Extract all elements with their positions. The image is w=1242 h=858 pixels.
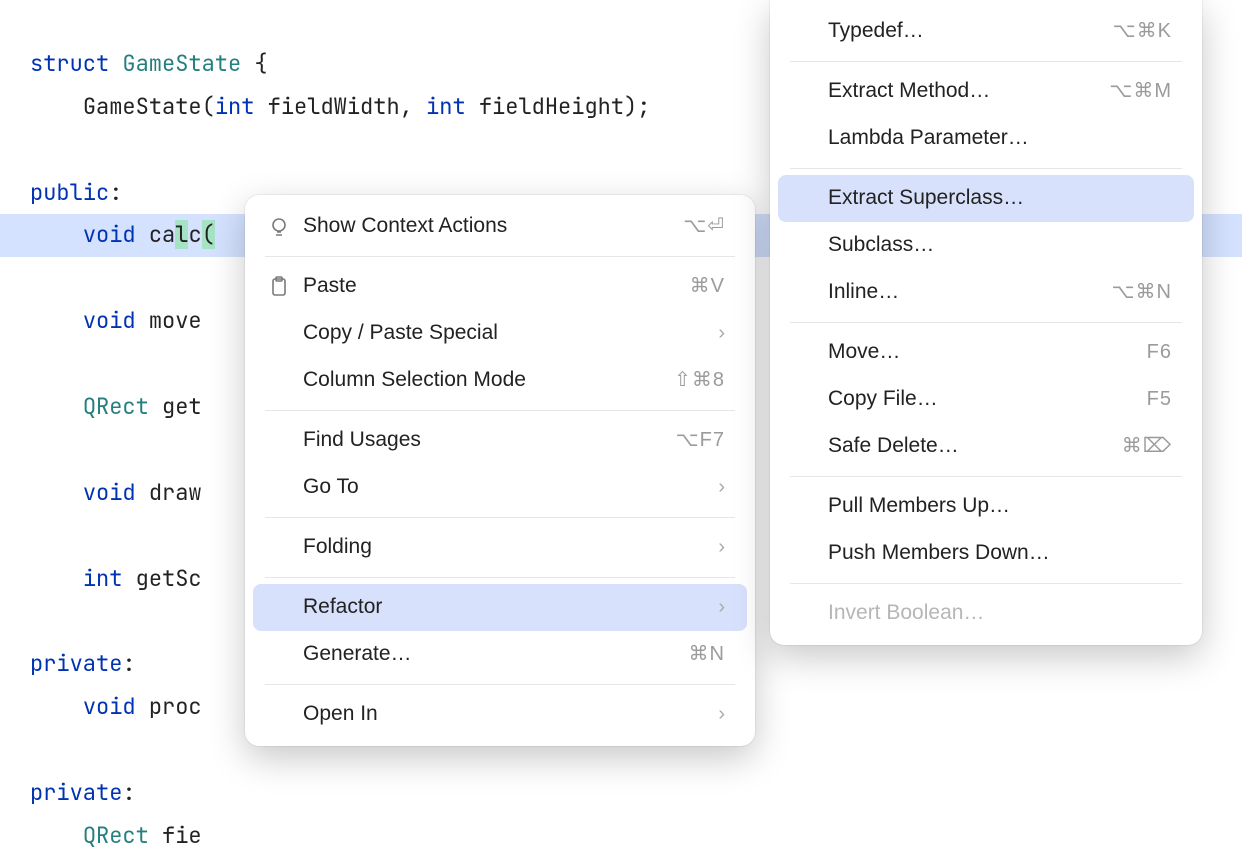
- shortcut: ⌘N: [689, 635, 725, 674]
- code-line: QRect fie: [30, 821, 202, 850]
- menu-item-label: Copy File…: [828, 379, 1147, 420]
- code-line: [30, 435, 43, 464]
- separator: [790, 476, 1182, 477]
- separator: [265, 684, 735, 685]
- menu-item-open-in[interactable]: Open In ›: [245, 691, 755, 738]
- menu-item-label: Extract Superclass…: [828, 178, 1172, 219]
- menu-item-label: Copy / Paste Special: [303, 313, 718, 354]
- code-line: struct GameState {: [30, 49, 268, 78]
- code-line: void draw: [30, 478, 202, 507]
- code-line: void proc: [30, 692, 202, 721]
- menu-item-label: Inline…: [828, 272, 1112, 313]
- menu-item-move[interactable]: Move… F6: [770, 329, 1202, 376]
- menu-item-generate[interactable]: Generate… ⌘N: [245, 631, 755, 678]
- menu-item-label: Refactor: [303, 587, 718, 628]
- menu-item-label: Generate…: [303, 634, 689, 675]
- shortcut: ⌥⌘K: [1113, 12, 1172, 51]
- chevron-right-icon: ›: [718, 588, 725, 627]
- code-line: int getSc: [30, 564, 202, 593]
- menu-item-find-usages[interactable]: Find Usages ⌥F7: [245, 417, 755, 464]
- code-line: void move: [30, 306, 202, 335]
- separator: [790, 168, 1182, 169]
- separator: [790, 61, 1182, 62]
- menu-item-safe-delete[interactable]: Safe Delete… ⌘⌦: [770, 423, 1202, 470]
- menu-item-go-to[interactable]: Go To ›: [245, 464, 755, 511]
- shortcut: ⇧⌘8: [674, 361, 725, 400]
- menu-item-refactor[interactable]: Refactor ›: [253, 584, 747, 631]
- menu-item-label: Show Context Actions: [303, 206, 683, 247]
- menu-item-label: Pull Members Up…: [828, 486, 1172, 527]
- context-menu: Show Context Actions ⌥⏎ Paste ⌘V Copy / …: [245, 195, 755, 746]
- code-line: GameState(int fieldWidth, int fieldHeigh…: [30, 92, 650, 121]
- menu-item-label: Find Usages: [303, 420, 676, 461]
- menu-item-invert-boolean: Invert Boolean…: [770, 590, 1202, 637]
- menu-item-label: Move…: [828, 332, 1147, 373]
- separator: [265, 256, 735, 257]
- code-line: private:: [30, 778, 136, 807]
- refactor-submenu: Typedef… ⌥⌘K Extract Method… ⌥⌘M Lambda …: [770, 0, 1202, 645]
- menu-item-copy-paste-special[interactable]: Copy / Paste Special ›: [245, 310, 755, 357]
- menu-item-label: Go To: [303, 467, 718, 508]
- chevron-right-icon: ›: [718, 695, 725, 734]
- code-line: [30, 349, 43, 378]
- code-line: [30, 135, 43, 164]
- menu-item-label: Safe Delete…: [828, 426, 1122, 467]
- code-line: [30, 606, 43, 635]
- shortcut: F5: [1147, 380, 1172, 419]
- clipboard-icon: [267, 275, 291, 299]
- separator: [265, 410, 735, 411]
- shortcut: ⌥F7: [676, 421, 725, 460]
- menu-item-label: Extract Method…: [828, 71, 1109, 112]
- code-line: QRect get: [30, 392, 202, 421]
- menu-item-show-context-actions[interactable]: Show Context Actions ⌥⏎: [245, 203, 755, 250]
- menu-item-typedef[interactable]: Typedef… ⌥⌘K: [770, 8, 1202, 55]
- menu-item-folding[interactable]: Folding ›: [245, 524, 755, 571]
- menu-item-inline[interactable]: Inline… ⌥⌘N: [770, 269, 1202, 316]
- bulb-icon: [267, 215, 291, 239]
- separator: [265, 577, 735, 578]
- menu-item-label: Push Members Down…: [828, 533, 1172, 574]
- shortcut: ⌥⌘M: [1109, 72, 1172, 111]
- menu-item-extract-method[interactable]: Extract Method… ⌥⌘M: [770, 68, 1202, 115]
- code-line: public:: [30, 178, 122, 207]
- menu-item-label: Folding: [303, 527, 718, 568]
- shortcut: ⌘V: [690, 267, 725, 306]
- chevron-right-icon: ›: [718, 528, 725, 567]
- menu-item-label: Column Selection Mode: [303, 360, 674, 401]
- shortcut: F6: [1147, 333, 1172, 372]
- code-line: private:: [30, 649, 136, 678]
- menu-item-label: Lambda Parameter…: [828, 118, 1172, 159]
- menu-item-subclass[interactable]: Subclass…: [770, 222, 1202, 269]
- separator: [265, 517, 735, 518]
- menu-item-label: Typedef…: [828, 11, 1113, 52]
- menu-item-lambda-parameter[interactable]: Lambda Parameter…: [770, 115, 1202, 162]
- menu-item-label: Open In: [303, 694, 718, 735]
- menu-item-label: Invert Boolean…: [828, 593, 1172, 634]
- menu-item-copy-file[interactable]: Copy File… F5: [770, 376, 1202, 423]
- separator: [790, 583, 1182, 584]
- menu-item-label: Subclass…: [828, 225, 1172, 266]
- shortcut: ⌘⌦: [1122, 427, 1172, 466]
- code-line: [30, 735, 43, 764]
- menu-item-extract-superclass[interactable]: Extract Superclass…: [778, 175, 1194, 222]
- menu-item-paste[interactable]: Paste ⌘V: [245, 263, 755, 310]
- code-line: [30, 521, 43, 550]
- shortcut: ⌥⏎: [683, 207, 725, 246]
- menu-item-column-selection[interactable]: Column Selection Mode ⇧⌘8: [245, 357, 755, 404]
- shortcut: ⌥⌘N: [1112, 273, 1173, 312]
- separator: [790, 322, 1182, 323]
- menu-item-push-members-down[interactable]: Push Members Down…: [770, 530, 1202, 577]
- chevron-right-icon: ›: [718, 468, 725, 507]
- menu-item-label: Paste: [303, 266, 690, 307]
- chevron-right-icon: ›: [718, 314, 725, 353]
- menu-item-pull-members-up[interactable]: Pull Members Up…: [770, 483, 1202, 530]
